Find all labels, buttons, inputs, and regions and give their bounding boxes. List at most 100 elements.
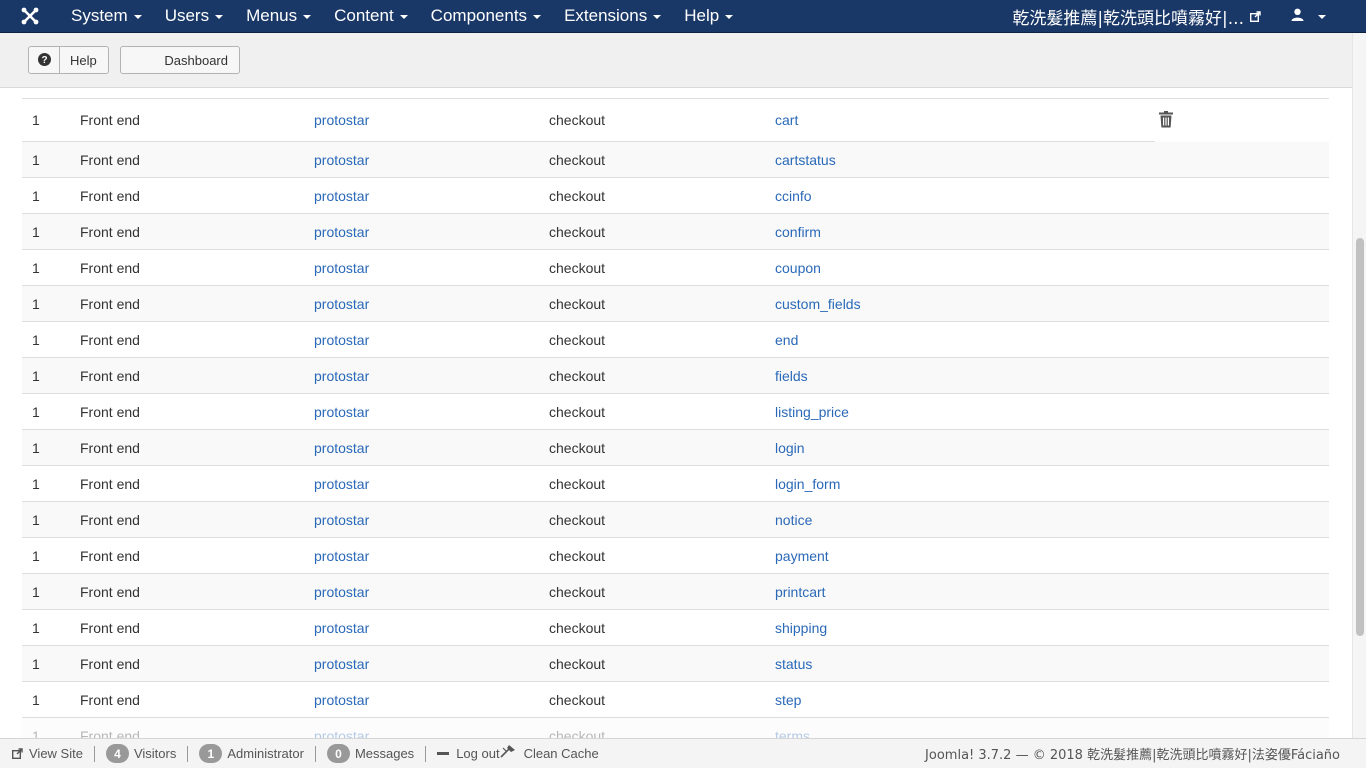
chevron-down-icon bbox=[303, 15, 312, 19]
row-template-link[interactable]: protostar bbox=[314, 502, 369, 537]
menu-help[interactable]: Help bbox=[673, 0, 745, 33]
row-view: checkout bbox=[549, 331, 606, 348]
row-view: checkout bbox=[549, 259, 606, 276]
row-template-link[interactable]: protostar bbox=[314, 610, 369, 645]
status-bar: View Site 4 Visitors 1 Administrator 0 M… bbox=[0, 738, 1366, 768]
row-template-link[interactable]: protostar bbox=[314, 538, 369, 573]
chevron-down-icon bbox=[725, 15, 734, 19]
site-link[interactable]: 乾洗髮推薦|乾洗頭比噴霧好|... bbox=[1012, 4, 1277, 29]
row-file-link[interactable]: confirm bbox=[775, 214, 821, 249]
row-id: 1 bbox=[32, 691, 40, 708]
row-file-link[interactable]: notice bbox=[775, 502, 812, 537]
help-button-body[interactable]: ? Help bbox=[28, 45, 109, 74]
top-navbar: System Users Menus Content Components Extensi… bbox=[0, 0, 1366, 33]
row-template-link[interactable]: protostar bbox=[314, 178, 369, 213]
menu-users[interactable]: Users bbox=[154, 0, 235, 33]
row-template-link[interactable]: protostar bbox=[314, 142, 369, 177]
row-client: Front end bbox=[80, 187, 140, 204]
row-file-link[interactable]: end bbox=[775, 322, 798, 357]
row-file-link[interactable]: ccinfo bbox=[775, 178, 812, 213]
row-file-link[interactable]: shipping bbox=[775, 610, 827, 645]
row-id: 1 bbox=[32, 619, 40, 636]
row-file-link[interactable]: cart bbox=[775, 99, 798, 141]
row-template-link[interactable]: protostar bbox=[314, 574, 369, 609]
trash-icon[interactable] bbox=[1159, 99, 1173, 141]
row-template-link[interactable]: protostar bbox=[314, 250, 369, 285]
row-template-link[interactable]: protostar bbox=[314, 430, 369, 465]
menu-extensions[interactable]: Extensions bbox=[553, 0, 673, 33]
row-file-link[interactable]: login_form bbox=[775, 466, 840, 501]
row-id: 1 bbox=[32, 403, 40, 420]
row-client: Front end bbox=[80, 439, 140, 456]
dashboard-button[interactable]: Dashboard bbox=[120, 46, 240, 74]
vertical-scrollbar[interactable] bbox=[1352, 33, 1366, 738]
row-view: checkout bbox=[549, 295, 606, 312]
row-template-link[interactable]: protostar bbox=[314, 322, 369, 357]
row-template-link[interactable]: protostar bbox=[314, 466, 369, 501]
row-id: 1 bbox=[32, 583, 40, 600]
row-file-link[interactable]: step bbox=[775, 682, 801, 717]
menu-content[interactable]: Content bbox=[323, 0, 420, 33]
table-row: 1 Front end protostar checkout cartstatus bbox=[22, 142, 1329, 178]
row-client: Front end bbox=[80, 727, 140, 739]
row-file-link[interactable]: payment bbox=[775, 538, 829, 573]
user-menu[interactable] bbox=[1277, 0, 1366, 33]
logout-link[interactable]: Log out bbox=[437, 739, 500, 768]
table-row: 1 Front end protostar checkout coupon bbox=[22, 250, 1329, 286]
status-separator bbox=[93, 745, 95, 762]
row-id: 1 bbox=[32, 475, 40, 492]
row-client: Front end bbox=[80, 112, 140, 128]
visitors-status[interactable]: 4 Visitors bbox=[105, 739, 177, 768]
menu-system[interactable]: System bbox=[60, 0, 154, 33]
row-template-link[interactable]: protostar bbox=[314, 358, 369, 393]
row-file-link[interactable]: coupon bbox=[775, 250, 821, 285]
row-file-link[interactable]: cartstatus bbox=[775, 142, 836, 177]
view-site-label: View Site bbox=[29, 746, 83, 761]
table-row: 1 Front end protostar checkout notice bbox=[22, 502, 1329, 538]
row-view: checkout bbox=[549, 112, 606, 128]
administrator-status[interactable]: 1 Administrator bbox=[199, 739, 304, 768]
row-template-link[interactable]: protostar bbox=[314, 682, 369, 717]
row-id: 1 bbox=[32, 511, 40, 528]
visitors-label: Visitors bbox=[133, 746, 177, 761]
joomla-logo-icon[interactable] bbox=[0, 0, 60, 33]
row-template-link[interactable]: protostar bbox=[314, 718, 369, 739]
messages-status[interactable]: 0 Messages bbox=[326, 739, 414, 768]
scrollbar-thumb[interactable] bbox=[1356, 238, 1364, 636]
help-button[interactable]: ? Help bbox=[28, 45, 109, 74]
row-client: Front end bbox=[80, 403, 140, 420]
view-site-link[interactable]: View Site bbox=[0, 739, 83, 768]
row-id: 1 bbox=[32, 259, 40, 276]
row-client: Front end bbox=[80, 583, 140, 600]
visitors-count-badge: 4 bbox=[105, 744, 129, 763]
row-file-link[interactable]: login bbox=[775, 430, 805, 465]
row-view: checkout bbox=[549, 475, 606, 492]
row-file-link[interactable]: fields bbox=[775, 358, 808, 393]
table-row: 1 Front end protostar checkout login_form bbox=[22, 466, 1329, 502]
row-template-link[interactable]: protostar bbox=[314, 394, 369, 429]
svg-text:?: ? bbox=[41, 55, 47, 66]
messages-count-badge: 0 bbox=[326, 744, 350, 763]
menu-components[interactable]: Components bbox=[420, 0, 553, 33]
menu-menus[interactable]: Menus bbox=[235, 0, 323, 33]
row-id: 1 bbox=[32, 727, 40, 739]
row-view: checkout bbox=[549, 151, 606, 168]
row-file-link[interactable]: status bbox=[775, 646, 812, 681]
row-file-link[interactable]: printcart bbox=[775, 574, 826, 609]
row-template-link[interactable]: protostar bbox=[314, 286, 369, 321]
clean-cache-link[interactable]: Clean Cache bbox=[499, 739, 599, 768]
row-id: 1 bbox=[32, 331, 40, 348]
chevron-down-icon bbox=[653, 15, 662, 19]
row-view: checkout bbox=[549, 619, 606, 636]
row-template-link[interactable]: protostar bbox=[314, 99, 369, 141]
row-view: checkout bbox=[549, 511, 606, 528]
row-file-link[interactable]: custom_fields bbox=[775, 286, 861, 321]
row-template-link[interactable]: protostar bbox=[314, 646, 369, 681]
table-row: 1 Front end protostar checkout confirm bbox=[22, 214, 1329, 250]
row-file-link[interactable]: terms bbox=[775, 718, 810, 739]
table-row: 1 Front end protostar checkout shipping bbox=[22, 610, 1329, 646]
row-view: checkout bbox=[549, 655, 606, 672]
chevron-down-icon bbox=[215, 15, 224, 19]
row-template-link[interactable]: protostar bbox=[314, 214, 369, 249]
row-file-link[interactable]: listing_price bbox=[775, 394, 849, 429]
